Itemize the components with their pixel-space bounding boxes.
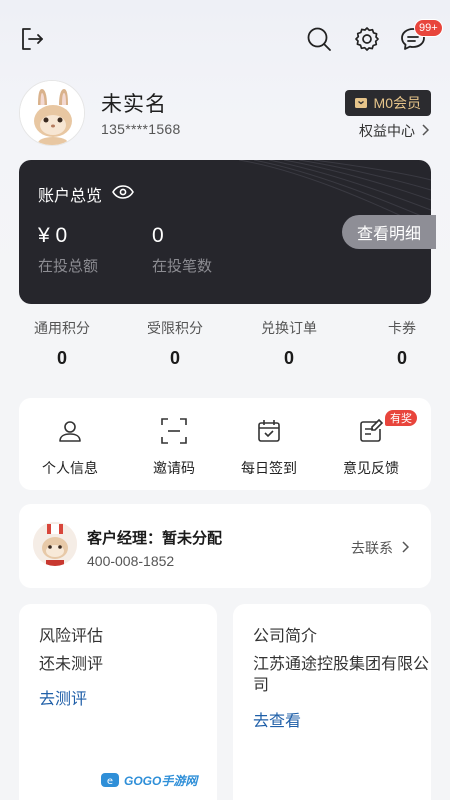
member-level-label: M0会员 [373,95,421,111]
risk-card-title: 风险评估 [39,628,104,645]
stat-label: 受限积分 [147,320,203,336]
chevron-right-icon [401,540,410,556]
invest-total-amount: ¥ 0 [38,224,68,247]
stat-label: 卡券 [388,320,416,336]
stat-coupons[interactable]: 卡券 0 [352,318,450,369]
view-details-button[interactable]: 查看明细 [342,215,436,249]
go-view-link[interactable]: 去查看 [253,707,301,731]
invest-count-label: 在投笔数 [152,258,213,275]
quick-personal-info[interactable]: 个人信息 [20,416,120,478]
avatar[interactable] [19,80,85,146]
chevron-right-icon [421,123,430,139]
stat-exchange-orders[interactable]: 兑换订单 0 [239,318,339,369]
company-intro-card[interactable]: 公司简介 江苏通途控股集团有限公司 去查看 [233,604,431,800]
quick-label: 意见反馈 [343,460,399,476]
manager-phone: 400-008-1852 [87,553,175,569]
watermark-logo: e [101,773,119,787]
stat-value: 0 [56,348,67,368]
quick-label: 个人信息 [42,460,98,476]
quick-actions: 个人信息 邀请码 每日签到 意见反馈 [19,398,431,490]
quick-invite-code[interactable]: 邀请码 [124,416,224,478]
quick-label: 每日签到 [241,460,297,476]
profile-section: 未实名 135****1568 M0会员 权益中心 [19,80,431,148]
stat-value: 0 [283,348,294,368]
stat-value: 0 [169,348,180,368]
scan-icon [124,416,224,446]
manager-title: 客户经理：暂未分配 [87,530,223,547]
manager-avatar [33,522,77,566]
eye-icon[interactable] [112,184,134,204]
account-manager-card[interactable]: 客户经理：暂未分配 400-008-1852 去联系 [19,504,431,588]
gear-icon[interactable] [353,25,381,53]
company-card-title: 公司简介 [253,628,318,645]
person-icon [20,416,120,446]
user-phone: 135****1568 [101,121,181,137]
rights-center-link[interactable]: 权益中心 [359,121,430,141]
stat-value: 0 [396,348,407,368]
user-name: 未实名 [101,93,167,116]
svg-text:e: e [107,776,113,787]
member-bag-icon [354,95,368,112]
rights-center-label: 权益中心 [359,123,415,139]
contact-manager-link[interactable]: 去联系 [351,538,410,558]
contact-label: 去联系 [351,540,393,556]
search-icon[interactable] [305,25,333,53]
stat-restricted-points[interactable]: 受限积分 0 [125,318,225,369]
message-count-badge: 99+ [414,19,443,37]
stat-label: 兑换订单 [261,320,317,336]
account-overview-title: 账户总览 [38,182,134,206]
account-title-label: 账户总览 [38,188,103,205]
quick-daily-checkin[interactable]: 每日签到 [219,416,319,478]
risk-card-status: 还未测评 [39,656,104,673]
award-badge: 有奖 [385,410,417,426]
quick-label: 邀请码 [153,460,195,476]
stat-label: 通用积分 [34,320,90,336]
watermark-text: GOGO手游网 [124,773,198,788]
calendar-check-icon [219,416,319,446]
watermark: e GOGO手游网 [100,770,197,790]
invest-total-label: 在投总额 [38,258,99,275]
member-level-badge[interactable]: M0会员 [344,90,431,116]
company-card-name: 江苏通途控股集团有限公司 [253,656,430,694]
invest-count: 0 [152,224,164,247]
top-bar: 99+ [0,0,450,78]
points-stats: 通用积分 0 受限积分 0 兑换订单 0 卡券 0 [19,318,431,382]
logout-icon[interactable] [18,25,46,53]
go-assess-link[interactable]: 去测评 [39,685,87,709]
stat-general-points[interactable]: 通用积分 0 [12,318,112,369]
